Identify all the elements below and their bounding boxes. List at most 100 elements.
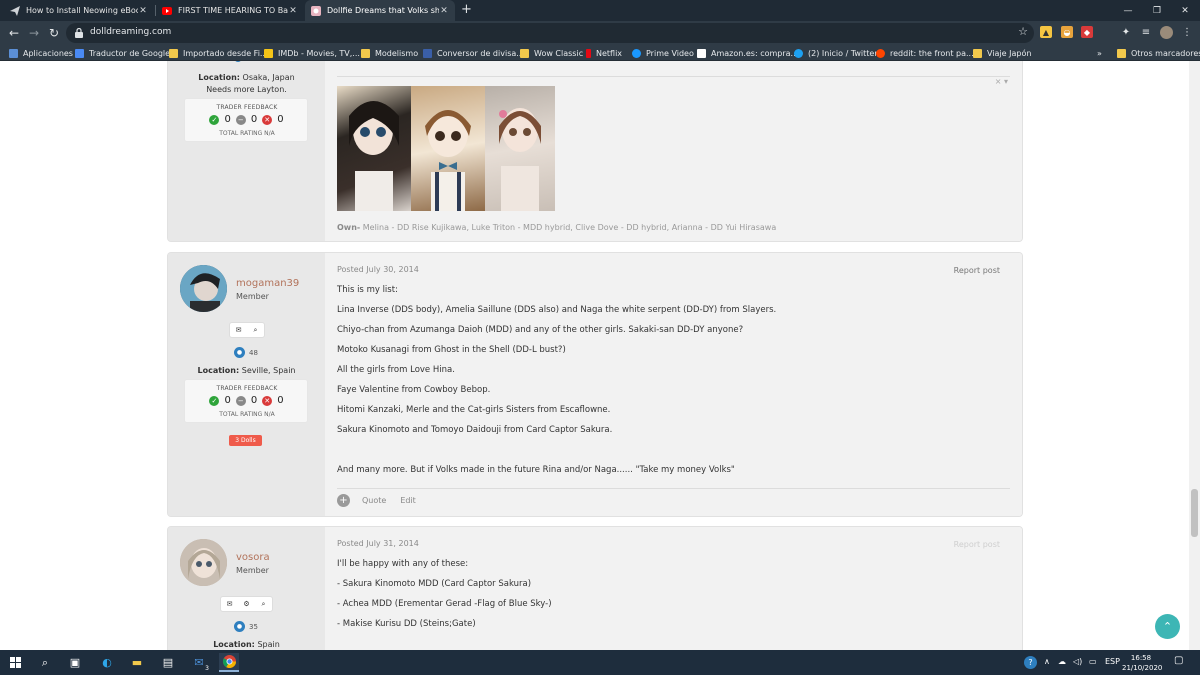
address-bar[interactable]: dolldreaming.com ☆ [66,23,1034,43]
location-value: Seville, Spain [241,366,296,375]
forward-icon[interactable]: → [26,25,42,41]
neutral-minus-icon: − [235,114,246,125]
youtube-icon [162,6,172,16]
bookmark-currency[interactable]: Conversor de divisa... [423,45,524,61]
folder-icon [169,48,178,58]
tab-youtube[interactable]: FIRST TIME HEARING TO Baby M ✕ [156,0,304,21]
bookmark-imdb[interactable]: IMDb - Movies, TV,... [264,45,360,61]
report-post-link[interactable]: Report post [954,266,1000,275]
bookmark-translate[interactable]: Traductor de Google [75,45,170,61]
bookmark-label: Importado desde Fi... [183,48,268,58]
bookmark-imported[interactable]: Importado desde Fi... [169,45,268,61]
search-icon[interactable]: ⌕ [35,653,55,672]
file-explorer-icon[interactable]: ▬ [127,653,147,672]
menu-kebab-icon[interactable]: ⋮ [1181,26,1193,38]
total-rating: TOTAL RATING N/A [219,130,275,137]
bookmark-apps[interactable]: Aplicaciones [9,45,73,61]
post-line: Faye Valentine from Cowboy Bebop. [337,385,491,395]
post-date[interactable]: Posted July 31, 2014 [337,539,419,548]
quote-button[interactable]: Quote [362,496,386,505]
onedrive-cloud-icon[interactable]: ☁ [1058,657,1066,666]
tab-dolldreaming[interactable]: Dollfie Dreams that Volks should ✕ [305,0,455,21]
prime-video-icon [632,48,641,58]
search-icon[interactable]: ⌕ [247,323,264,337]
tray-chevron-icon[interactable]: ∧ [1044,657,1050,666]
network-icon[interactable]: ▭ [1089,657,1097,666]
username[interactable]: mogaman39 [236,278,299,289]
extensions-puzzle-icon[interactable]: ✦ [1120,26,1132,38]
bookmark-viaje[interactable]: Viaje Japón [973,45,1031,61]
reload-icon[interactable]: ↻ [46,25,62,41]
bookmark-twitter[interactable]: (2) Inicio / Twitter [794,45,878,61]
scroll-to-top-button[interactable]: ⌃ [1155,614,1180,639]
notifications-icon[interactable]: ▢ [1174,655,1183,666]
language-indicator[interactable]: ESP [1105,657,1120,666]
search-icon[interactable]: ⌕ [255,597,272,611]
netflix-icon [586,48,591,58]
bookmark-label: (2) Inicio / Twitter [808,48,878,58]
close-window-icon[interactable]: ✕ [1170,0,1200,21]
task-view-icon[interactable]: ▣ [65,653,85,672]
dolls-badge[interactable]: 3 Dolls [229,435,262,446]
page-scrollbar[interactable] [1189,61,1200,650]
post-line: Lina Inverse (DDS body), Amelia Saillune… [337,305,777,315]
scrollbar-thumb[interactable] [1191,489,1198,537]
store-icon[interactable]: ▤ [158,653,178,672]
post-author-panel: mogaman39 Member ✉ ⌕ ● 48 Location: Sevil… [168,253,325,516]
avatar[interactable] [180,539,227,586]
bookmark-label: reddit: the front pa... [890,48,974,58]
report-post-link[interactable]: Report post [954,540,1000,549]
bookmark-label: Conversor de divisa... [437,48,524,58]
extension-shield-icon[interactable]: ◆ [1081,26,1093,38]
bookmark-amazon[interactable]: Amazon.es: compra... [697,45,798,61]
bookmark-prime[interactable]: Prime Video [632,45,694,61]
close-tab-icon[interactable]: ✕ [138,6,148,16]
back-icon[interactable]: ← [6,25,22,41]
gear-icon[interactable]: ⚙ [238,597,255,611]
bookmark-label: Amazon.es: compra... [711,48,799,58]
post-actions-divider [337,488,1010,489]
signature-close-icon[interactable]: × ▾ [995,77,1008,86]
username[interactable]: vosora [236,552,270,563]
extension-bell-icon[interactable]: ▲ [1040,26,1052,38]
volume-icon[interactable]: ◁) [1073,657,1082,666]
system-clock[interactable]: 16:58 21/10/2020 [1122,653,1162,673]
extension-honey-icon[interactable]: ◒ [1061,26,1073,38]
help-icon[interactable]: ? [1024,656,1037,669]
bookmark-modelismo[interactable]: Modelismo [361,45,418,61]
edge-browser-icon[interactable]: ◐ [97,653,117,672]
envelope-icon[interactable]: ✉ [221,597,238,611]
media-queue-icon[interactable]: ≡ [1140,26,1152,38]
profile-avatar[interactable] [1160,26,1173,39]
page-content: Location: Osaka, Japan Needs more Layton… [0,61,1189,650]
mail-icon[interactable]: ✉ 3 [189,653,209,672]
tab-label: How to Install Neowing eBook Re [26,6,138,15]
bookmark-label: Prime Video [646,48,694,58]
bookmark-netflix[interactable]: Netflix [586,45,622,61]
trader-feedback-box: TRADER FEEDBACK ✓ 0 −0 ✕ 0 TOTAL RATING N/… [184,98,308,142]
amazon-icon [697,48,706,58]
post-body: × ▾ Own- Melina - DD Rise Kujikawa, Luke… [325,61,1022,241]
edit-button[interactable]: Edit [400,496,416,505]
negative-x-icon: ✕ [262,395,273,406]
chrome-icon[interactable] [219,653,239,672]
bookmark-wow[interactable]: Wow Classic [520,45,583,61]
close-tab-icon[interactable]: ✕ [288,6,298,16]
tab-neowing[interactable]: How to Install Neowing eBook Re ✕ [4,0,154,21]
new-tab-button[interactable]: + [461,2,472,17]
bookmark-star-icon[interactable]: ☆ [1018,25,1028,38]
envelope-icon[interactable]: ✉ [230,323,247,337]
message-bubble-icon [234,61,242,62]
neutral-count: 0 [250,395,258,406]
more-bookmarks-chevron[interactable]: » [1097,45,1102,61]
windows-start-icon[interactable] [5,653,25,672]
restore-icon[interactable]: ❐ [1142,0,1172,21]
bookmark-reddit[interactable]: reddit: the front pa... [876,45,974,61]
post-author-panel: Location: Osaka, Japan Needs more Layton… [168,61,325,241]
avatar[interactable] [180,265,227,312]
add-reaction-icon[interactable]: + [337,494,350,507]
close-tab-icon[interactable]: ✕ [439,6,449,16]
minimize-icon[interactable]: — [1113,0,1143,21]
bookmark-other[interactable]: Otros marcadores [1117,45,1200,61]
post-date[interactable]: Posted July 30, 2014 [337,265,419,274]
